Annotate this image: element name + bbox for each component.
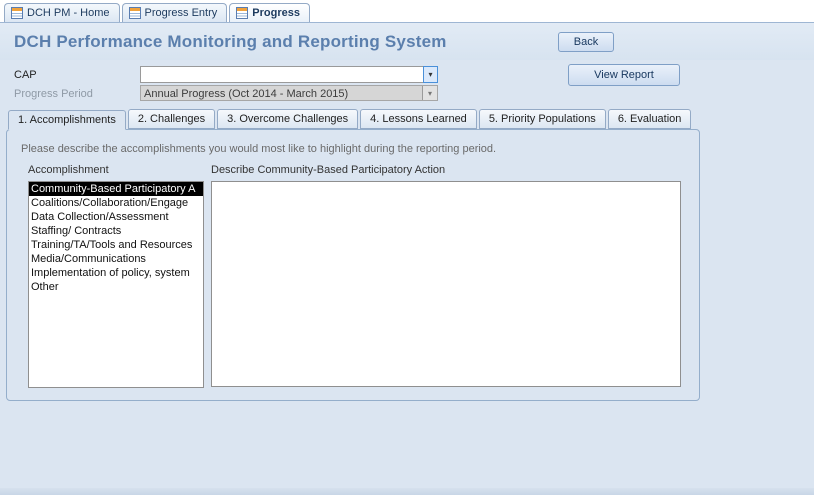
tab-lessons-learned[interactable]: 4. Lessons Learned bbox=[360, 109, 477, 129]
back-button[interactable]: Back bbox=[558, 32, 614, 52]
doc-tab-progress[interactable]: Progress bbox=[229, 3, 310, 22]
section-tab-strip: 1. Accomplishments 2. Challenges 3. Over… bbox=[0, 108, 814, 129]
accomplishment-list-label: Accomplishment bbox=[28, 164, 204, 181]
form-icon bbox=[11, 7, 23, 19]
accomplishment-listbox[interactable]: Community-Based Participatory A Coalitio… bbox=[28, 181, 204, 388]
describe-label: Describe Community-Based Participatory A… bbox=[211, 164, 681, 181]
tab-challenges[interactable]: 2. Challenges bbox=[128, 109, 215, 129]
instruction-text: Please describe the accomplishments you … bbox=[7, 130, 699, 155]
view-report-button[interactable]: View Report bbox=[568, 64, 680, 86]
document-tab-bar: DCH PM - Home Progress Entry Progress bbox=[0, 0, 814, 23]
tab-evaluation[interactable]: 6. Evaluation bbox=[608, 109, 692, 129]
cap-combobox[interactable]: ▾ bbox=[140, 66, 438, 83]
form-icon bbox=[236, 7, 248, 19]
page-title: DCH Performance Monitoring and Reporting… bbox=[14, 32, 558, 52]
list-item[interactable]: Coalitions/Collaboration/Engage bbox=[29, 196, 203, 210]
bottom-edge bbox=[0, 488, 814, 495]
doc-tab-label: Progress Entry bbox=[145, 7, 218, 19]
doc-tab-label: DCH PM - Home bbox=[27, 7, 110, 19]
background-area bbox=[0, 401, 814, 495]
accomplishment-column: Accomplishment Community-Based Participa… bbox=[28, 164, 204, 392]
list-item[interactable]: Training/TA/Tools and Resources bbox=[29, 238, 203, 252]
application-window: DCH PM - Home Progress Entry Progress DC… bbox=[0, 0, 814, 495]
tab-overcome-challenges[interactable]: 3. Overcome Challenges bbox=[217, 109, 358, 129]
doc-tab-dch-pm-home[interactable]: DCH PM - Home bbox=[4, 3, 120, 22]
progress-period-label: Progress Period bbox=[14, 88, 93, 100]
list-item[interactable]: Community-Based Participatory A bbox=[29, 182, 203, 196]
dropdown-arrow-icon: ▾ bbox=[422, 86, 437, 100]
form-header: DCH Performance Monitoring and Reporting… bbox=[0, 23, 814, 60]
form-body: CAP ▾ View Report Progress Period Annual… bbox=[0, 60, 814, 495]
tab-priority-populations[interactable]: 5. Priority Populations bbox=[479, 109, 606, 129]
progress-period-combobox: Annual Progress (Oct 2014 - March 2015) … bbox=[140, 85, 438, 101]
list-item[interactable]: Other bbox=[29, 280, 203, 294]
tab-accomplishments[interactable]: 1. Accomplishments bbox=[8, 110, 126, 130]
cap-label: CAP bbox=[14, 69, 37, 81]
dropdown-arrow-icon: ▾ bbox=[423, 66, 438, 83]
describe-column: Describe Community-Based Participatory A… bbox=[211, 164, 681, 392]
panel-columns: Accomplishment Community-Based Participa… bbox=[7, 155, 699, 392]
progress-period-value: Annual Progress (Oct 2014 - March 2015) bbox=[141, 86, 422, 100]
describe-textarea[interactable] bbox=[211, 181, 681, 387]
doc-tab-label: Progress bbox=[252, 7, 300, 19]
list-item[interactable]: Staffing/ Contracts bbox=[29, 224, 203, 238]
doc-tab-progress-entry[interactable]: Progress Entry bbox=[122, 3, 228, 22]
accomplishments-panel: Please describe the accomplishments you … bbox=[6, 129, 700, 401]
list-item[interactable]: Implementation of policy, system bbox=[29, 266, 203, 280]
list-item[interactable]: Data Collection/Assessment bbox=[29, 210, 203, 224]
list-item[interactable]: Media/Communications bbox=[29, 252, 203, 266]
cap-combobox-value bbox=[141, 67, 424, 82]
filter-section: CAP ▾ View Report Progress Period Annual… bbox=[0, 60, 814, 108]
form-icon bbox=[129, 7, 141, 19]
